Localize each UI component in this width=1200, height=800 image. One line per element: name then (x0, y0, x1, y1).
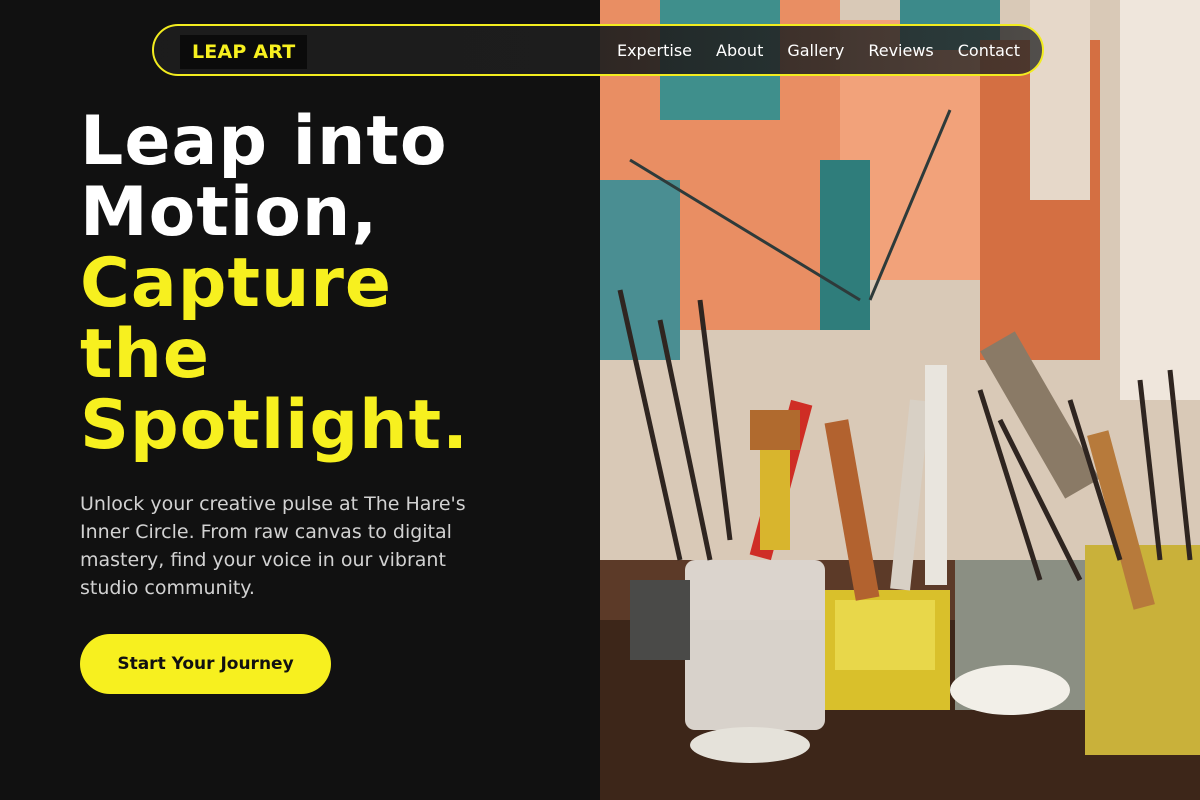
studio-brushes-photo (600, 0, 1200, 800)
nav-link-about[interactable]: About (716, 41, 763, 60)
headline-line: Motion, (80, 173, 379, 252)
nav-link-reviews[interactable]: Reviews (868, 41, 933, 60)
hero-description: Unlock your creative pulse at The Hare's… (80, 493, 466, 599)
nav-links: Expertise About Gallery Reviews Contact (617, 26, 1020, 74)
hero-page: LEAP ART Expertise About Gallery Reviews… (0, 0, 1200, 800)
headline-highlight-line: Spotlight. (80, 386, 469, 465)
headline-highlight-line: the (80, 315, 211, 394)
headline-line: Leap into (80, 102, 448, 181)
start-journey-button[interactable]: Start Your Journey (80, 634, 331, 694)
nav-link-expertise[interactable]: Expertise (617, 41, 692, 60)
top-navigation: LEAP ART Expertise About Gallery Reviews… (152, 24, 1044, 76)
logo[interactable]: LEAP ART (180, 35, 308, 69)
hero-headline: Leap into Motion, Capture the Spotlight. (80, 106, 580, 461)
nav-link-gallery[interactable]: Gallery (787, 41, 844, 60)
headline-highlight-line: Capture (80, 244, 393, 323)
nav-link-contact[interactable]: Contact (958, 41, 1020, 60)
